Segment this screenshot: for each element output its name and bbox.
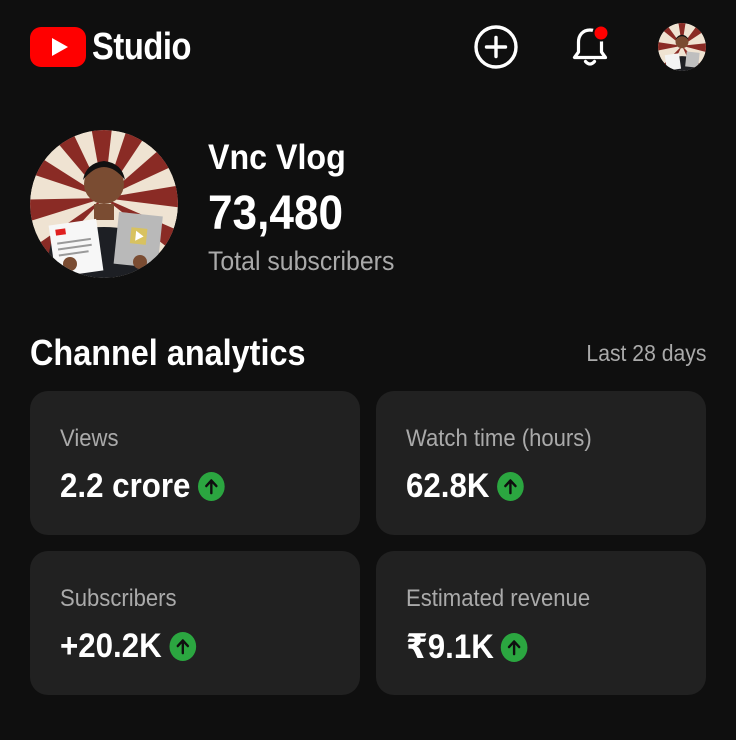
card-value: 62.8K — [406, 467, 490, 505]
card-value: 2.2 crore — [60, 467, 191, 505]
studio-logo[interactable]: Studio — [30, 27, 207, 67]
trend-up-icon — [501, 632, 528, 662]
card-value: +20.2K — [60, 627, 162, 665]
analytics-card-views[interactable]: Views 2.2 crore — [30, 391, 360, 535]
studio-dashboard: Studio Vnc Vlog 73,480 Total subscribers… — [0, 0, 736, 740]
create-icon — [474, 25, 518, 69]
analytics-period[interactable]: Last 28 days — [586, 340, 706, 367]
card-label: Watch time (hours) — [406, 425, 592, 452]
trend-up-icon — [197, 472, 225, 501]
account-avatar[interactable] — [658, 23, 706, 71]
total-subscriber-count: 73,480 — [208, 187, 344, 240]
notifications-button[interactable] — [565, 22, 615, 72]
card-label: Views — [60, 425, 119, 452]
card-value-row: ₹9.1K — [406, 627, 528, 667]
card-value-row: 2.2 crore — [60, 467, 225, 506]
logo-text: Studio — [92, 26, 192, 68]
analytics-card-watch-time[interactable]: Watch time (hours) 62.8K — [376, 391, 706, 535]
youtube-play-icon — [30, 27, 86, 67]
card-label: Estimated revenue — [406, 585, 591, 612]
card-value: ₹9.1K — [406, 628, 494, 666]
trend-up-icon — [496, 472, 524, 501]
top-app-bar: Studio — [0, 0, 736, 96]
channel-name: Vnc Vlog — [208, 138, 346, 177]
channel-photo-icon — [30, 130, 178, 278]
channel-avatar[interactable] — [30, 130, 178, 278]
create-button[interactable] — [471, 22, 521, 72]
channel-analytics-title: Channel analytics — [30, 332, 306, 373]
card-value-row: 62.8K — [406, 467, 524, 506]
trend-up-icon — [169, 632, 196, 661]
notifications-bell-icon — [572, 24, 610, 66]
profile-photo-icon — [658, 23, 706, 71]
card-label: Subscribers — [60, 585, 177, 612]
card-value-row: +20.2K — [60, 627, 196, 666]
analytics-card-estimated-revenue[interactable]: Estimated revenue ₹9.1K — [376, 551, 706, 695]
analytics-card-subscribers[interactable]: Subscribers +20.2K — [30, 551, 360, 695]
unread-dot-icon — [592, 24, 610, 42]
total-subscribers-label: Total subscribers — [208, 246, 395, 276]
